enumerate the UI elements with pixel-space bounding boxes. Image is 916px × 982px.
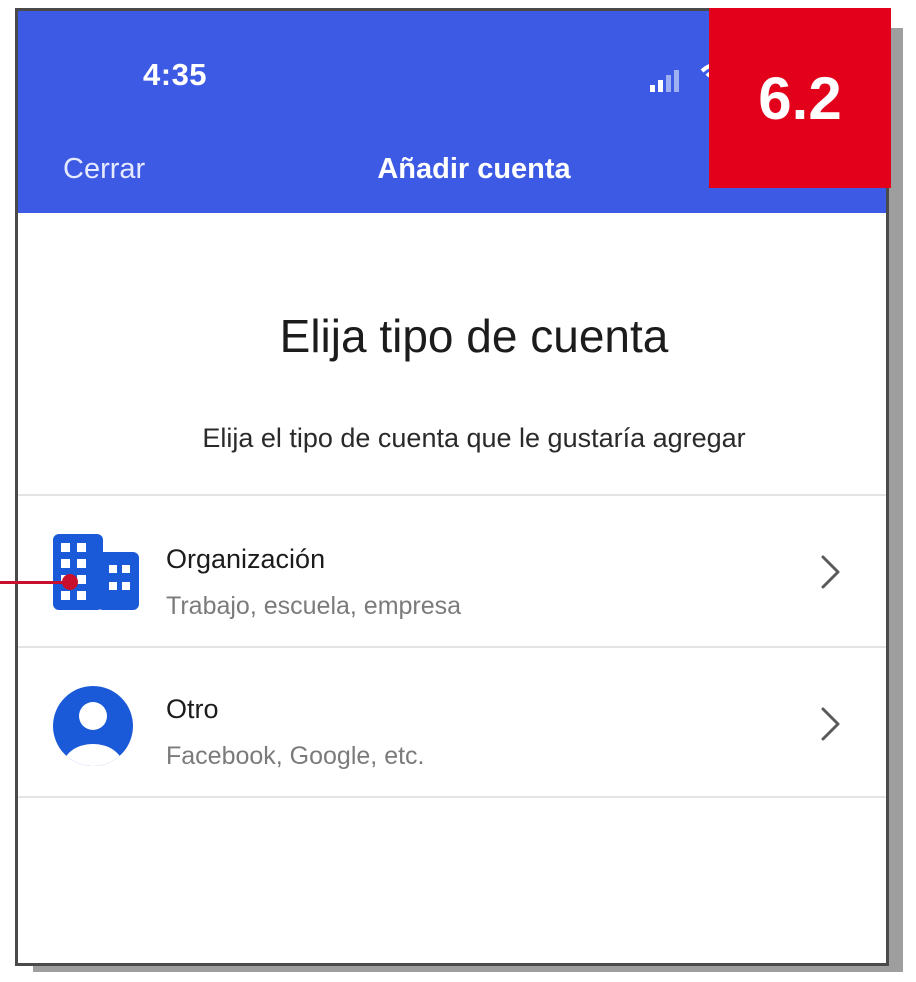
building-icon	[53, 534, 139, 610]
option-subtitle: Facebook, Google, etc.	[166, 742, 425, 770]
person-icon	[53, 686, 133, 766]
signal-icon	[650, 70, 679, 92]
chevron-right-icon	[821, 707, 840, 741]
option-title: Otro	[166, 694, 219, 724]
status-time: 4:35	[143, 57, 208, 92]
page-subtitle-text: Elija el tipo de cuenta que le gustaría …	[202, 423, 746, 453]
page-title: Elija tipo de cuenta	[18, 309, 886, 363]
page-subtitle: Elija el tipo de cuenta que le gustaría …	[18, 423, 886, 454]
callout-dot	[62, 574, 78, 590]
step-badge: 6.2	[709, 8, 891, 188]
nav-title-text: Añadir cuenta	[377, 153, 571, 185]
option-title: Organización	[166, 544, 326, 574]
callout-line	[0, 581, 68, 584]
option-subtitle: Trabajo, escuela, empresa	[166, 592, 462, 620]
page-title-text: Elija tipo de cuenta	[279, 310, 669, 362]
chevron-right-icon	[821, 555, 840, 589]
divider	[18, 796, 886, 798]
option-organization[interactable]: Organización Trabajo, escuela, empresa	[18, 496, 886, 646]
option-other[interactable]: Otro Facebook, Google, etc.	[18, 648, 886, 798]
